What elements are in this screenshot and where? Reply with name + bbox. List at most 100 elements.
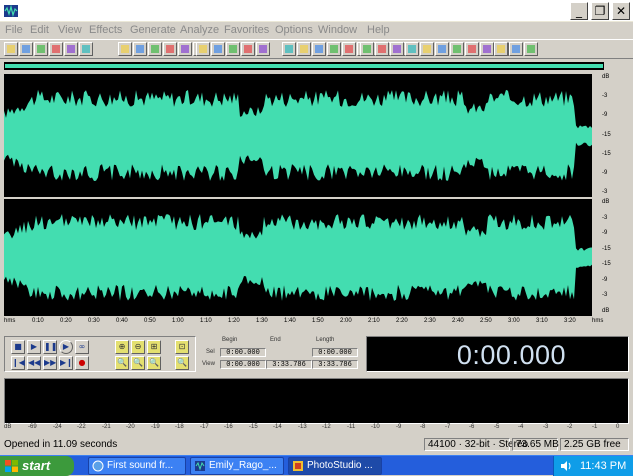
paste-new-icon[interactable] — [196, 42, 210, 56]
new-icon[interactable] — [4, 42, 18, 56]
maximize-button[interactable]: ❐ — [591, 2, 609, 20]
go-to-start-button[interactable]: ❙◀ — [11, 356, 25, 370]
loop-button[interactable]: ∞ — [75, 340, 89, 354]
close-file-icon[interactable] — [79, 42, 93, 56]
sel-begin-field[interactable]: 0:00.000 — [220, 348, 266, 357]
stop-button[interactable]: ■ — [11, 340, 25, 354]
close-button[interactable]: ✕ — [612, 2, 630, 20]
menu-help[interactable]: Help — [367, 24, 390, 36]
toolbar-glyph — [67, 45, 75, 53]
settings-icon[interactable] — [405, 42, 419, 56]
play-button[interactable]: ▶ — [27, 340, 41, 354]
db-tick-label: -3 — [602, 189, 608, 195]
go-to-end-button[interactable]: ▶❙ — [59, 356, 73, 370]
overview-bar[interactable] — [4, 62, 604, 70]
db-tick-label: -3 — [602, 93, 608, 99]
volume-icon[interactable] — [560, 460, 572, 472]
task-first-sound[interactable]: First sound fr... — [88, 457, 186, 475]
pause-button[interactable]: ❚❚ — [43, 340, 57, 354]
db-tick-label: -9 — [602, 170, 608, 176]
save-as-icon[interactable] — [64, 42, 78, 56]
toolbar-glyph — [527, 45, 535, 53]
repeat-icon[interactable] — [148, 42, 162, 56]
menu-view[interactable]: View — [58, 24, 82, 36]
time-tick-label: 0:20 — [60, 318, 72, 324]
mute-icon[interactable] — [226, 42, 240, 56]
undo-icon[interactable] — [118, 42, 132, 56]
menu-generate[interactable]: Generate — [130, 24, 176, 36]
transport-controls: ■ ▶ ❚❚ ▶ ∞ ❙◀ ◀◀ ▶▶ ▶❙ ● ⊕ ⊖ ⊞ ⊡ 🔍 🔍 🔍 🔍 — [4, 336, 196, 372]
menu-window[interactable]: Window — [318, 24, 357, 36]
db-tick-label: -15 — [602, 261, 611, 267]
open-append-icon[interactable] — [480, 42, 494, 56]
favorites-icon[interactable] — [420, 42, 434, 56]
zoom-selection-icon[interactable]: 🔍 — [147, 356, 161, 370]
open-icon[interactable] — [465, 42, 479, 56]
zoom-right-icon[interactable]: 🔍 — [131, 356, 145, 370]
time-tick-label: 2:40 — [452, 318, 464, 324]
mix-paste-icon[interactable] — [211, 42, 225, 56]
undo-icon[interactable] — [524, 42, 538, 56]
db-tick-label: -9 — [602, 112, 608, 118]
time-tick-label: 0:30 — [88, 318, 100, 324]
normalize-icon[interactable] — [312, 42, 326, 56]
zoom-in-icon[interactable]: ⊕ — [115, 340, 129, 354]
zoom-vertical-in-icon[interactable]: ⊡ — [175, 340, 189, 354]
open-append-icon[interactable] — [34, 42, 48, 56]
meter-tick-label: -14 — [273, 424, 282, 430]
zoom-full-icon[interactable]: ⊞ — [147, 340, 161, 354]
zoom-left-icon[interactable]: 🔍 — [115, 356, 129, 370]
toolbar-glyph — [7, 45, 15, 53]
view-end-field[interactable]: 3:33.786 — [266, 360, 312, 369]
clock[interactable]: 11:43 PM — [580, 460, 626, 472]
fast-forward-button[interactable]: ▶▶ — [43, 356, 57, 370]
waveform-right-channel[interactable] — [4, 199, 592, 316]
menu-edit[interactable]: Edit — [30, 24, 49, 36]
meter-tick-label: -9 — [396, 424, 402, 430]
sel-length-field[interactable]: 0:00.000 — [312, 348, 358, 357]
save-icon[interactable] — [49, 42, 63, 56]
view-length-field[interactable]: 3:33.786 — [312, 360, 358, 369]
waveform-left-channel[interactable] — [4, 74, 592, 197]
copy-icon[interactable] — [178, 42, 192, 56]
help-icon[interactable] — [435, 42, 449, 56]
zoom-vertical-out-icon[interactable]: 🔍 — [175, 356, 189, 370]
invert-icon[interactable] — [256, 42, 270, 56]
open-icon[interactable] — [19, 42, 33, 56]
playlist-icon[interactable] — [390, 42, 404, 56]
amplify-icon[interactable] — [297, 42, 311, 56]
menu-effects[interactable]: Effects — [89, 24, 122, 36]
menu-favorites[interactable]: Favorites — [224, 24, 269, 36]
filter-icon[interactable] — [342, 42, 356, 56]
markers-icon[interactable] — [375, 42, 389, 56]
menu-options[interactable]: Options — [275, 24, 313, 36]
minimize-button[interactable]: _ — [570, 2, 588, 20]
zoom-out-icon[interactable]: ⊖ — [131, 340, 145, 354]
toolbar-glyph — [82, 45, 90, 53]
meter-tick-label: -19 — [151, 424, 160, 430]
meter-tick-label: -24 — [53, 424, 62, 430]
new-icon[interactable] — [450, 42, 464, 56]
cut-icon[interactable] — [163, 42, 177, 56]
envelope-icon[interactable] — [327, 42, 341, 56]
toolbar-glyph — [468, 45, 476, 53]
reverse-icon[interactable] — [282, 42, 296, 56]
statistics-icon[interactable] — [360, 42, 374, 56]
redo-icon[interactable] — [133, 42, 147, 56]
meter-tick-label: -10 — [371, 424, 380, 430]
view-label: View — [202, 361, 215, 367]
view-begin-field[interactable]: 0:00.000 — [220, 360, 266, 369]
status-size: 73.65 MB — [512, 438, 559, 451]
menu-analyze[interactable]: Analyze — [180, 24, 219, 36]
rewind-button[interactable]: ◀◀ — [27, 356, 41, 370]
task-emily-rago[interactable]: Emily_Rago_... — [190, 457, 284, 475]
task-photostudio[interactable]: PhotoStudio ... — [288, 457, 382, 475]
record-button[interactable]: ● — [75, 356, 89, 370]
save-as-icon[interactable] — [494, 42, 508, 56]
play-to-end-button[interactable]: ▶ — [59, 340, 73, 354]
meter-tick-label: -8 — [420, 424, 426, 430]
menu-file[interactable]: File — [5, 24, 23, 36]
close-file-icon[interactable] — [509, 42, 523, 56]
trim-icon[interactable] — [241, 42, 255, 56]
start-button[interactable]: start — [0, 456, 74, 476]
